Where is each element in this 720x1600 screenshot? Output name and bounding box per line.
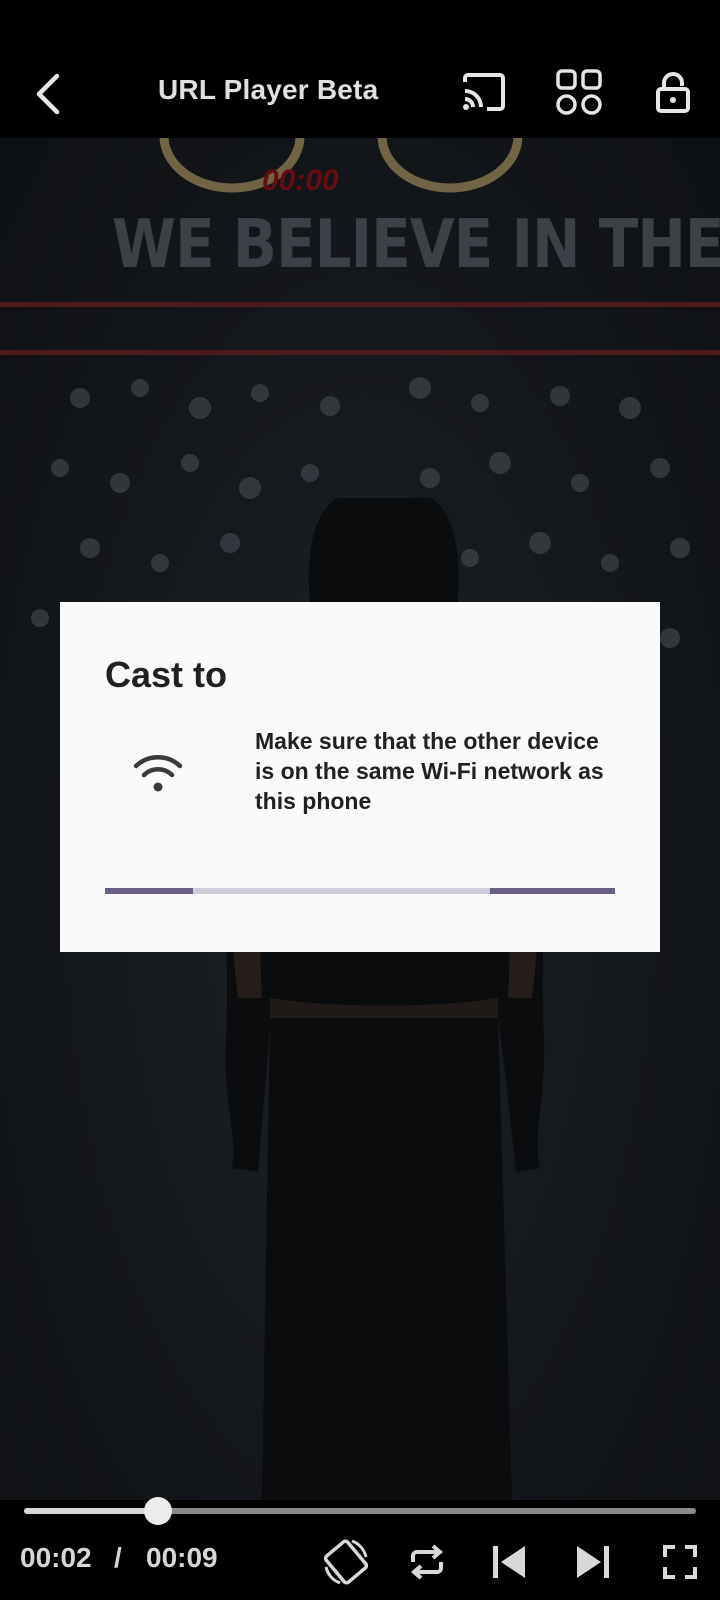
cast-icon [463,73,505,111]
apps-button[interactable] [551,64,607,120]
back-arrow-icon [36,73,60,115]
seek-thumb[interactable] [144,1497,172,1525]
previous-button[interactable] [479,1534,539,1590]
previous-icon [493,1546,525,1578]
searching-progress-bar [105,888,615,894]
dialog-title: Cast to [105,654,228,695]
dialog-message: Make sure that the other device is on th… [255,728,604,814]
seek-bar[interactable] [24,1496,696,1526]
cast-button[interactable] [456,64,512,120]
lock-button[interactable] [645,64,701,120]
seek-played [24,1508,158,1514]
progress-indicator [105,888,193,894]
apps-grid-icon [556,69,602,115]
fullscreen-button[interactable] [650,1534,710,1590]
current-time: 00:02 [20,1542,92,1573]
progress-indicator [490,888,615,894]
next-button[interactable] [563,1534,623,1590]
fullscreen-icon [663,1545,697,1579]
next-icon [577,1546,609,1578]
repeat-button[interactable] [397,1534,457,1590]
rotate-button[interactable] [316,1534,376,1590]
lock-icon [656,72,690,113]
rotate-icon [323,1539,369,1585]
time-separator: / [114,1542,122,1573]
wifi-icon [133,755,183,792]
repeat-icon [410,1544,444,1580]
page-title: URL Player Beta [158,74,379,105]
back-button[interactable] [22,62,74,126]
total-duration: 00:09 [146,1542,218,1573]
cast-dialog: Cast to Make sure that the other device … [60,602,660,952]
app-toolbar: URL Player Beta [0,0,720,138]
